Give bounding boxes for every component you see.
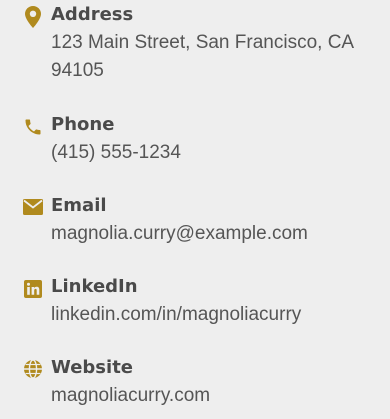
linkedin-link[interactable]: linkedin.com/in/magnoliacurry: [51, 301, 390, 329]
email-link[interactable]: magnolia.curry@example.com: [51, 220, 390, 248]
contact-linkedin-text: LinkedIn linkedin.com/in/magnoliacurry: [51, 276, 390, 329]
phone-link[interactable]: (415) 555-1234: [51, 139, 390, 167]
envelope-icon: [22, 196, 44, 218]
contact-phone-text: Phone (415) 555-1234: [51, 114, 390, 167]
map-marker-icon: [22, 6, 44, 28]
contact-label-phone: Phone: [51, 114, 115, 135]
contact-label-website: Website: [51, 357, 134, 378]
phone-icon: [22, 116, 44, 138]
contact-website-text: Website magnoliacurry.com: [51, 357, 390, 410]
contact-value-address: 123 Main Street, San Francisco, CA 94105: [51, 32, 354, 81]
linkedin-icon: [22, 278, 44, 300]
contact-list: Address 123 Main Street, San Francisco, …: [0, 0, 390, 419]
website-link[interactable]: magnoliacurry.com: [51, 382, 390, 410]
contact-email-text: Email magnolia.curry@example.com: [51, 195, 390, 248]
contact-label-address: Address: [51, 4, 134, 25]
contact-label-email: Email: [51, 195, 107, 216]
globe-icon: [22, 358, 44, 380]
contact-address-text: Address 123 Main Street, San Francisco, …: [51, 4, 390, 85]
contact-label-linkedin: LinkedIn: [51, 276, 138, 297]
